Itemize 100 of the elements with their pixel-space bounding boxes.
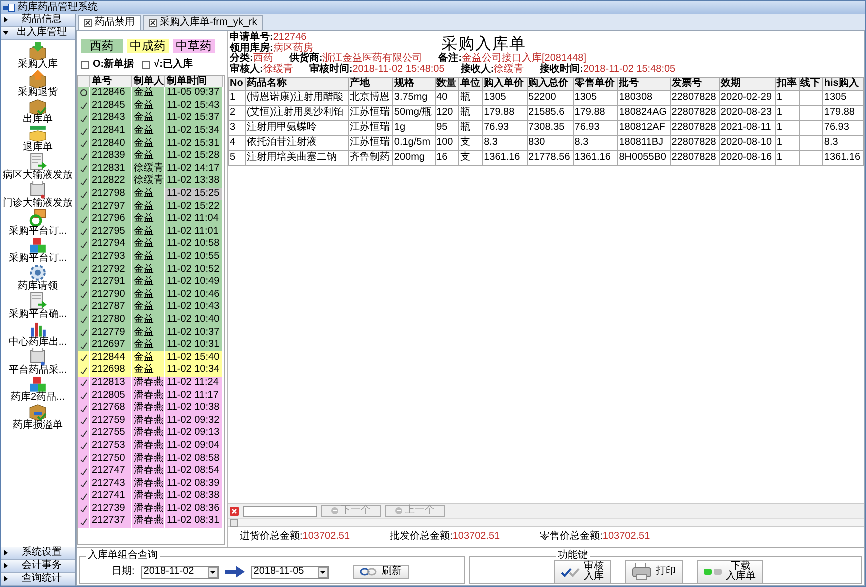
table-row[interactable]: 212737 潘春燕 11-02 08:31 xyxy=(78,515,223,528)
sidebar-item[interactable]: 采购平台确... xyxy=(8,292,68,320)
table-row[interactable]: 212831 徐缓青 11-02 14:17 xyxy=(78,162,223,176)
cubes-icon xyxy=(29,376,47,394)
sidebar-section-header[interactable]: 查询统计 xyxy=(1,573,75,586)
table-cell: 1305 xyxy=(822,90,864,106)
box-icon xyxy=(29,70,47,88)
column-header: 效期 xyxy=(719,78,776,90)
table-row[interactable]: 212759 潘春燕 11-02 09:32 xyxy=(78,414,223,428)
app-icon xyxy=(3,4,15,12)
sidebar-item[interactable]: 药库损溢单 xyxy=(13,403,63,432)
date-field[interactable]: 2018-11-05 xyxy=(250,566,329,578)
table-row[interactable]: 212779 金益 11-02 10:37 xyxy=(78,326,223,339)
table-row[interactable]: 212747 潘春燕 11-02 08:54 xyxy=(78,464,223,478)
sidebar-item[interactable]: 门诊大输液发放 xyxy=(3,180,73,209)
function-button[interactable]: 下载 入库单 xyxy=(697,560,763,584)
function-button[interactable]: 审核 入库 xyxy=(554,560,611,584)
total-value: 103702.51 xyxy=(452,531,500,542)
close-icon xyxy=(230,506,239,516)
close-icon xyxy=(149,19,157,27)
category-filter-button[interactable]: 中成药 xyxy=(127,39,169,53)
sidebar-item[interactable]: 中心药库出... xyxy=(8,320,68,348)
table-row[interactable]: 212798 金益 11-02 15:25 xyxy=(78,188,223,200)
sidebar-item[interactable]: 采购退货 xyxy=(18,70,58,98)
function-button[interactable]: 打印 xyxy=(625,560,683,584)
table-cell: 21778.56 xyxy=(527,150,574,166)
table-cell: 2020-08-10 xyxy=(719,136,776,150)
table-cell: 76.93 xyxy=(822,120,864,136)
table-cell: 1 xyxy=(775,106,800,120)
search-field[interactable] xyxy=(243,506,317,516)
date-field[interactable]: 2018-11-02 xyxy=(140,566,219,578)
sidebar-item[interactable]: 平台药品采... xyxy=(8,348,68,376)
table-row[interactable]: 212839 金益 11-02 15:28 xyxy=(78,150,223,163)
table-row[interactable]: 212697 金益 11-02 10:31 xyxy=(78,338,223,352)
table-row[interactable]: 212787 金益 11-02 10:43 xyxy=(78,301,223,314)
table-cell: 1 xyxy=(228,90,246,106)
sidebar-section-header[interactable]: 出入库管理 xyxy=(1,27,75,40)
table-row[interactable]: 212797 金益 11-02 15:22 xyxy=(78,200,223,213)
checkbox[interactable] xyxy=(81,61,89,69)
table-row[interactable]: 212768 潘春燕 11-02 10:38 xyxy=(78,402,223,414)
table-row[interactable]: 212780 金益 11-02 10:40 xyxy=(78,314,223,326)
sidebar-item[interactable]: 药库2药品... xyxy=(11,376,65,404)
table-row[interactable]: 212805 潘春燕 11-02 11:17 xyxy=(78,389,223,402)
horizontal-scrollbar[interactable] xyxy=(228,518,864,527)
table-cell: 潘春燕 xyxy=(132,515,165,528)
column-header: 购入单价 xyxy=(482,78,528,90)
table-row[interactable]: 212841 金益 11-02 15:34 xyxy=(78,124,223,138)
table-row[interactable]: 212844 金益 11-02 15:40 xyxy=(78,351,223,364)
table-row[interactable]: 212791 金益 11-02 10:49 xyxy=(78,276,223,288)
sidebar-item[interactable]: 出库单 xyxy=(23,98,53,126)
column-header: No xyxy=(228,78,246,90)
column-header: 线下 xyxy=(799,78,823,90)
table-row[interactable]: 212845 金益 11-02 15:43 xyxy=(78,100,223,112)
table-row[interactable]: 212796 金益 11-02 11:04 xyxy=(78,212,223,226)
table-cell: 16 xyxy=(435,150,459,166)
table-cell: 2020-08-16 xyxy=(719,150,776,166)
table-cell: 1361.16 xyxy=(573,150,618,166)
sidebar-section-header[interactable]: 系统设置 xyxy=(1,547,75,560)
sidebar-item[interactable]: 采购平台订... xyxy=(8,208,68,237)
column-header: his购入 xyxy=(822,78,864,90)
table-row[interactable]: 212750 潘春燕 11-02 08:58 xyxy=(78,452,223,465)
table-row[interactable]: 212790 金益 11-02 10:46 xyxy=(78,288,223,302)
sidebar-item[interactable]: 退库单 xyxy=(23,125,53,154)
table-row[interactable]: 212753 潘春燕 11-02 09:04 xyxy=(78,440,223,452)
table-row[interactable]: 212739 潘春燕 11-02 08:36 xyxy=(78,502,223,516)
sidebar-item[interactable]: 采购入库 xyxy=(18,42,58,70)
table-cell: 830 xyxy=(527,136,574,150)
checkbox[interactable] xyxy=(142,61,150,69)
table-cell: 1g xyxy=(392,120,436,136)
total-label: 进货价总金额: xyxy=(240,531,303,542)
table-row[interactable]: 212795 金益 11-02 11:01 xyxy=(78,226,223,238)
table-row[interactable]: 212792 金益 11-02 10:52 xyxy=(78,263,223,276)
sidebar-section-header[interactable]: 药品信息 xyxy=(1,14,75,27)
table-row[interactable]: 212840 金益 11-02 15:31 xyxy=(78,137,223,150)
field-label: 供货商: xyxy=(289,53,323,64)
category-filter-button[interactable]: 中草药 xyxy=(173,39,215,53)
tab[interactable]: 药品禁用 xyxy=(78,15,141,30)
document-icon xyxy=(29,292,47,310)
sidebar-item[interactable]: 采购平台订... xyxy=(8,236,68,264)
table-row[interactable]: 212822 徐缓青 11-02 13:38 xyxy=(78,175,223,188)
table-row[interactable]: 212741 潘春燕 11-02 08:38 xyxy=(78,490,223,503)
table-row[interactable]: 212698 金益 11-02 10:34 xyxy=(78,364,223,377)
table-cell: 瓶 xyxy=(458,90,483,106)
field-label: 备注: xyxy=(438,53,462,64)
sidebar-section-header[interactable]: 会计事务 xyxy=(1,560,75,573)
table-row[interactable]: 212813 潘春燕 11-02 11:24 xyxy=(78,376,223,390)
table-row[interactable]: 212743 潘春燕 11-02 08:39 xyxy=(78,477,223,490)
category-filter-button[interactable]: 西药 xyxy=(81,39,123,53)
field-value: 金益公司接口入库[2081448] xyxy=(462,53,587,64)
column-header: 扣率 xyxy=(775,78,800,90)
table-row[interactable]: 212843 金益 11-02 15:37 xyxy=(78,112,223,125)
table-row[interactable]: 212793 金益 11-02 10:55 xyxy=(78,250,223,264)
sidebar-item[interactable]: 药库请领 xyxy=(18,264,58,292)
sidebar-item[interactable]: 病区大输液发放 xyxy=(3,153,73,181)
checkbox-label: √:已入库 xyxy=(154,59,193,71)
table-row[interactable]: 212755 潘春燕 11-02 09:13 xyxy=(78,427,223,440)
table-row[interactable]: 212846 金益 11-05 09:37 xyxy=(78,87,223,100)
refresh-button[interactable]: 刷新 xyxy=(352,565,409,579)
tab[interactable]: 采购入库单-frm_yk_rk xyxy=(143,15,264,30)
table-row[interactable]: 212794 金益 11-02 10:58 xyxy=(78,238,223,251)
